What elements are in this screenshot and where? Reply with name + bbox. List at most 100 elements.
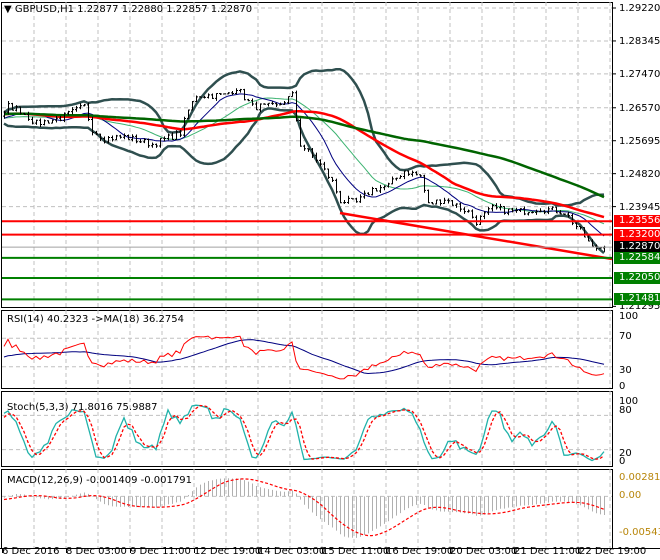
level-price-tag: 1.21481 [614, 293, 660, 306]
level-price-tag: 1.23556 [614, 215, 660, 228]
price-bar [79, 103, 82, 110]
rsi-axis-70: 70 [619, 331, 632, 342]
price-bar [379, 184, 382, 194]
price-bar [75, 105, 78, 112]
time-label: 12 Dec 19:00 [194, 546, 262, 557]
level-price-tag: 1.22584 [614, 251, 660, 264]
low-value: 1.22857 [166, 4, 208, 15]
price-bar [323, 161, 326, 171]
price-bar [43, 119, 46, 126]
symbol-label: GBPUSD,H1 [14, 4, 74, 15]
price-bar [219, 93, 222, 96]
main-panel-frame [1, 2, 613, 308]
price-bar [467, 209, 470, 213]
price-bar [483, 211, 486, 220]
rsi-title: RSI(14) 40.2323 ->MA(18) 36.2754 [7, 314, 184, 325]
price-bar [307, 148, 310, 152]
price-axis-label: 1.23945 [619, 201, 660, 213]
price-bar [231, 90, 234, 96]
price-bar [451, 199, 454, 206]
price-bar [443, 197, 446, 205]
price-bar [491, 204, 494, 212]
price-bar [431, 202, 434, 205]
price-bar [339, 190, 342, 204]
price-bar [91, 116, 94, 136]
price-bar [139, 139, 142, 144]
time-label: 9 Dec 11:00 [130, 546, 191, 557]
level-price-tag: 1.23200 [614, 228, 660, 241]
price-bar [399, 175, 402, 179]
macd-title: MACD(12,26,9) -0.001409 -0.001791 [7, 475, 192, 486]
price-bar [247, 98, 250, 102]
price-bar [263, 103, 266, 105]
open-value: 1.22877 [77, 4, 119, 15]
price-bar [351, 197, 354, 200]
price-bar [403, 170, 406, 180]
price-bar [47, 120, 50, 124]
rsi-axis-0: 0 [619, 381, 626, 392]
price-bar [419, 174, 422, 177]
stoch-title: Stoch(5,3,3) 71.8016 75.9887 [7, 402, 158, 413]
price-bar [83, 103, 86, 107]
price-bar [223, 93, 226, 95]
close-value: 1.22870 [210, 4, 253, 15]
price-bar [395, 177, 398, 181]
price-bar [439, 199, 442, 206]
price-bar [155, 143, 158, 148]
time-label: 8 Dec 03:00 [66, 546, 127, 557]
price-bar [459, 202, 462, 212]
price-bar [375, 187, 378, 192]
price-bar [303, 144, 306, 151]
price-bar [435, 199, 438, 205]
price-bar [235, 88, 238, 95]
rsi-axis-100: 100 [619, 311, 639, 322]
price-bar [267, 102, 270, 107]
high-value: 1.22880 [121, 4, 164, 15]
chart-window[interactable]: ▼ GBPUSD,H1 1.22877 1.22880 1.22857 1.22… [0, 0, 660, 560]
price-axis-label: 1.29220 [619, 3, 660, 14]
price-bar [111, 135, 114, 142]
price-bar [455, 203, 458, 208]
price-bar [555, 206, 558, 214]
time-label: 15 Dec 11:00 [322, 546, 390, 557]
price-bar [463, 207, 466, 214]
price-bar [371, 186, 374, 196]
price-axis-label: 1.27470 [619, 68, 660, 80]
price-bar [471, 209, 474, 219]
level-price-tag: 1.22050 [614, 271, 660, 284]
price-bar [343, 199, 346, 204]
stoch-axis-0: 0 [619, 456, 626, 467]
rsi-line [3, 335, 605, 380]
price-bar [151, 142, 154, 148]
price-bar [547, 206, 550, 215]
price-bar [115, 134, 118, 141]
price-bar [87, 102, 90, 122]
price-bar [527, 212, 530, 216]
price-bar [119, 134, 122, 139]
price-bar [359, 194, 362, 203]
price-axis-label: 1.26570 [619, 102, 660, 114]
time-label: 6 Dec 2016 [2, 546, 60, 557]
time-label: 22 Dec 19:00 [579, 546, 647, 557]
price-bar [291, 91, 294, 98]
price-bar [427, 189, 430, 204]
time-label: 14 Dec 03:00 [258, 546, 326, 557]
macd-axis-min: -0.005439 [619, 527, 660, 538]
time-label: 21 Dec 11:00 [514, 546, 582, 557]
rsi-axis-30: 30 [619, 365, 632, 376]
price-bar [211, 93, 214, 100]
price-bar [207, 93, 210, 99]
price-bar [355, 197, 358, 203]
chart-header: ▼ GBPUSD,H1 1.22877 1.22880 1.22857 1.22… [4, 4, 252, 15]
price-bar [335, 178, 338, 194]
price-bar [39, 118, 42, 127]
macd-axis-max: 0.002818 [619, 472, 660, 483]
triangle-down-icon[interactable]: ▼ [4, 4, 12, 15]
price-bar [367, 192, 370, 196]
stoch-axis-80: 80 [619, 405, 632, 416]
price-bar [239, 88, 242, 93]
price-bar [391, 176, 394, 185]
macd-axis-zero: 0.00 [619, 490, 642, 501]
price-bar [35, 119, 38, 125]
price-axis-label: 1.25695 [619, 135, 660, 147]
